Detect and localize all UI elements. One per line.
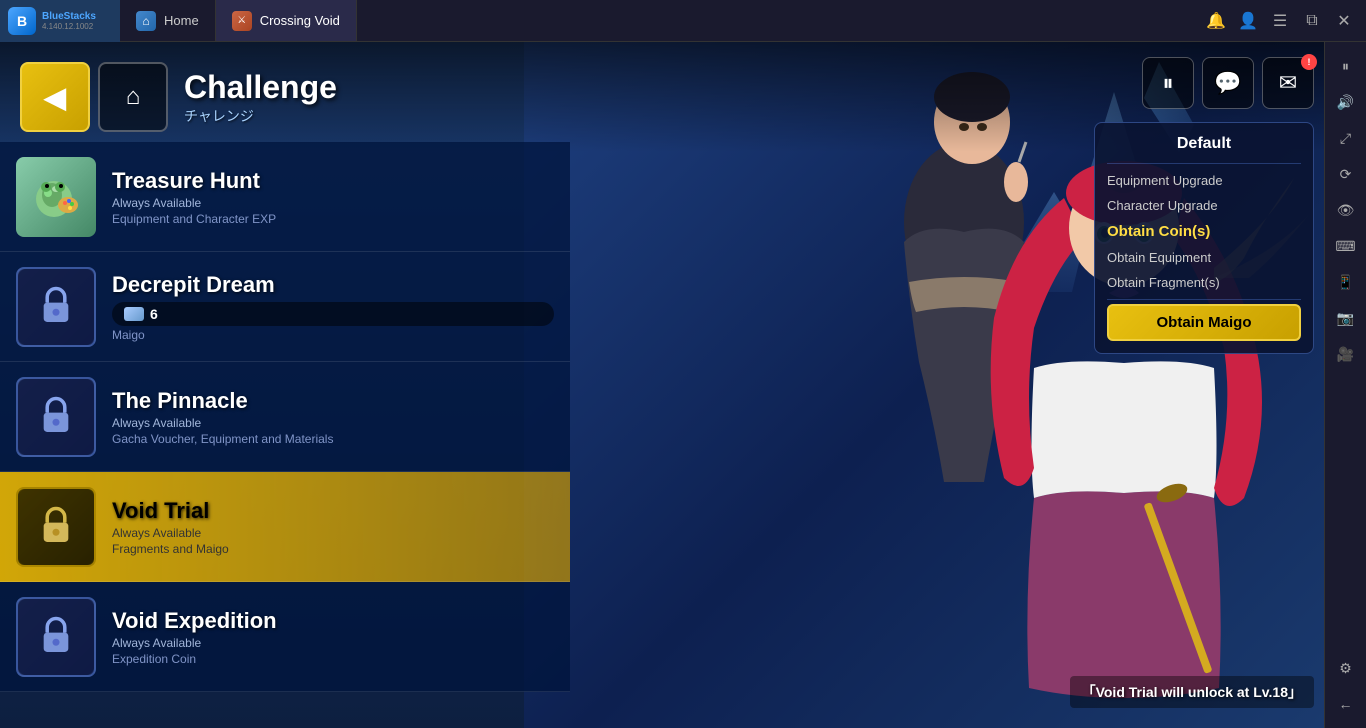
- challenge-title-area: Challenge チャレンジ: [184, 69, 337, 126]
- bluestacks-logo: B BlueStacks 4.140.12.1002: [0, 0, 120, 42]
- reward-obtain-fragments[interactable]: Obtain Fragment(s): [1107, 270, 1301, 295]
- titlebar-controls: 🔔 👤 ☰ ⧉ ✕: [1194, 11, 1366, 31]
- lock-overlay-void-trial: [18, 489, 94, 565]
- the-pinnacle-availability: Always Available: [112, 416, 554, 430]
- sidebar-camera-btn[interactable]: 📷: [1330, 302, 1362, 334]
- sidebar-phone-btn[interactable]: 📱: [1330, 266, 1362, 298]
- ticket-count: 6: [150, 306, 158, 322]
- menu-item-decrepit-dream[interactable]: Decrepit Dream 6 Maigo: [0, 252, 570, 362]
- bottom-notice: 「Void Trial will unlock at Lv.18」: [1070, 676, 1314, 708]
- menu-item-treasure-hunt[interactable]: Treasure Hunt Always Available Equipment…: [0, 142, 570, 252]
- sidebar-volume-btn[interactable]: 🔊: [1330, 86, 1362, 118]
- app-version: 4.140.12.1002: [42, 22, 96, 31]
- chat-btn[interactable]: 💬: [1202, 57, 1254, 109]
- tab-game[interactable]: ⚔ Crossing Void: [216, 0, 357, 41]
- sidebar-back-btn[interactable]: ←: [1330, 688, 1362, 720]
- treasure-hunt-icon: [16, 157, 96, 237]
- game-top-right-icons: ⏸ 💬 ✉ !: [1142, 57, 1314, 109]
- tab-home[interactable]: ⌂ Home: [120, 0, 216, 41]
- sidebar-pause-btn[interactable]: ⏸: [1330, 50, 1362, 82]
- reward-character-upgrade[interactable]: Character Upgrade: [1107, 193, 1301, 218]
- tabs-area: ⌂ Home ⚔ Crossing Void: [120, 0, 1194, 41]
- the-pinnacle-icon: [16, 377, 96, 457]
- sidebar-video-btn[interactable]: 🎥: [1330, 338, 1362, 370]
- reward-obtain-maigo-btn[interactable]: Obtain Maigo: [1107, 304, 1301, 341]
- sidebar-fullscreen-btn[interactable]: ⤢: [1330, 122, 1362, 154]
- void-trial-name: Void Trial: [112, 498, 554, 524]
- bell-icon[interactable]: 🔔: [1206, 11, 1226, 31]
- void-expedition-icon: [16, 597, 96, 677]
- lock-overlay-pinnacle: [18, 379, 94, 455]
- challenge-title: Challenge: [184, 69, 337, 106]
- back-button[interactable]: ◀: [20, 62, 90, 132]
- sidebar-settings-btn[interactable]: ⚙: [1330, 652, 1362, 684]
- sidebar-keyboard-btn[interactable]: ⌨: [1330, 230, 1362, 262]
- treasure-hunt-desc: Equipment and Character EXP: [112, 212, 554, 226]
- rewards-divider-2: [1107, 299, 1301, 300]
- mail-badge: !: [1301, 54, 1317, 70]
- app-name: BlueStacks: [42, 11, 96, 22]
- sidebar-eye-btn[interactable]: 👁: [1330, 194, 1362, 226]
- void-trial-desc: Fragments and Maigo: [112, 542, 554, 556]
- the-pinnacle-name: The Pinnacle: [112, 388, 554, 414]
- pause-icon: ⏸: [1162, 70, 1173, 96]
- void-trial-icon: [16, 487, 96, 567]
- chat-icon: 💬: [1214, 70, 1241, 96]
- game-area: ◀ ⌂ Challenge チャレンジ ⏸ 💬 ✉ ! Default Equi…: [0, 42, 1324, 728]
- reward-obtain-equipment[interactable]: Obtain Equipment: [1107, 245, 1301, 270]
- the-pinnacle-desc: Gacha Voucher, Equipment and Materials: [112, 432, 554, 446]
- lock-overlay-decrepit: [18, 269, 94, 345]
- bluestacks-icon: B: [8, 7, 36, 35]
- ticket-counter: 6: [112, 302, 554, 326]
- lock-overlay-expedition: [18, 599, 94, 675]
- pause-btn[interactable]: ⏸: [1142, 57, 1194, 109]
- void-expedition-name: Void Expedition: [112, 608, 554, 634]
- close-icon[interactable]: ✕: [1334, 11, 1354, 31]
- titlebar: B BlueStacks 4.140.12.1002 ⌂ Home ⚔ Cros…: [0, 0, 1366, 42]
- user-icon[interactable]: 👤: [1238, 11, 1258, 31]
- reward-equipment-upgrade[interactable]: Equipment Upgrade: [1107, 168, 1301, 193]
- decrepit-dream-desc: Maigo: [112, 328, 554, 342]
- treasure-hunt-name: Treasure Hunt: [112, 168, 554, 194]
- rewards-divider-1: [1107, 163, 1301, 164]
- mail-btn[interactable]: ✉ !: [1262, 57, 1314, 109]
- rewards-title: Default: [1107, 135, 1301, 153]
- restore-icon[interactable]: ⧉: [1302, 12, 1322, 30]
- rewards-panel: Default Equipment Upgrade Character Upgr…: [1094, 122, 1314, 354]
- game-tab-icon: ⚔: [232, 11, 252, 31]
- home-button[interactable]: ⌂: [98, 62, 168, 132]
- right-sidebar: ⏸ 🔊 ⤢ ⟳ 👁 ⌨ 📱 📷 🎥 ⚙ ←: [1324, 42, 1366, 728]
- void-trial-availability: Always Available: [112, 526, 554, 540]
- decrepit-dream-name: Decrepit Dream: [112, 272, 554, 298]
- mail-icon: ✉: [1279, 70, 1297, 96]
- ticket-icon: [124, 307, 144, 321]
- menu-icon[interactable]: ☰: [1270, 11, 1290, 31]
- tab-home-label: Home: [164, 13, 199, 28]
- menu-item-void-expedition[interactable]: Void Expedition Always Available Expedit…: [0, 582, 570, 692]
- decrepit-dream-icon: [16, 267, 96, 347]
- void-expedition-availability: Always Available: [112, 636, 554, 650]
- home-tab-icon: ⌂: [136, 11, 156, 31]
- sidebar-rotate-btn[interactable]: ⟳: [1330, 158, 1362, 190]
- menu-item-the-pinnacle[interactable]: The Pinnacle Always Available Gacha Vouc…: [0, 362, 570, 472]
- treasure-hunt-availability: Always Available: [112, 196, 554, 210]
- tab-game-label: Crossing Void: [260, 13, 340, 28]
- menu-list: Treasure Hunt Always Available Equipment…: [0, 142, 570, 692]
- menu-item-void-trial[interactable]: Void Trial Always Available Fragments an…: [0, 472, 570, 582]
- reward-obtain-coins[interactable]: Obtain Coin(s): [1107, 218, 1301, 245]
- void-expedition-desc: Expedition Coin: [112, 652, 554, 666]
- challenge-subtitle: チャレンジ: [184, 106, 337, 126]
